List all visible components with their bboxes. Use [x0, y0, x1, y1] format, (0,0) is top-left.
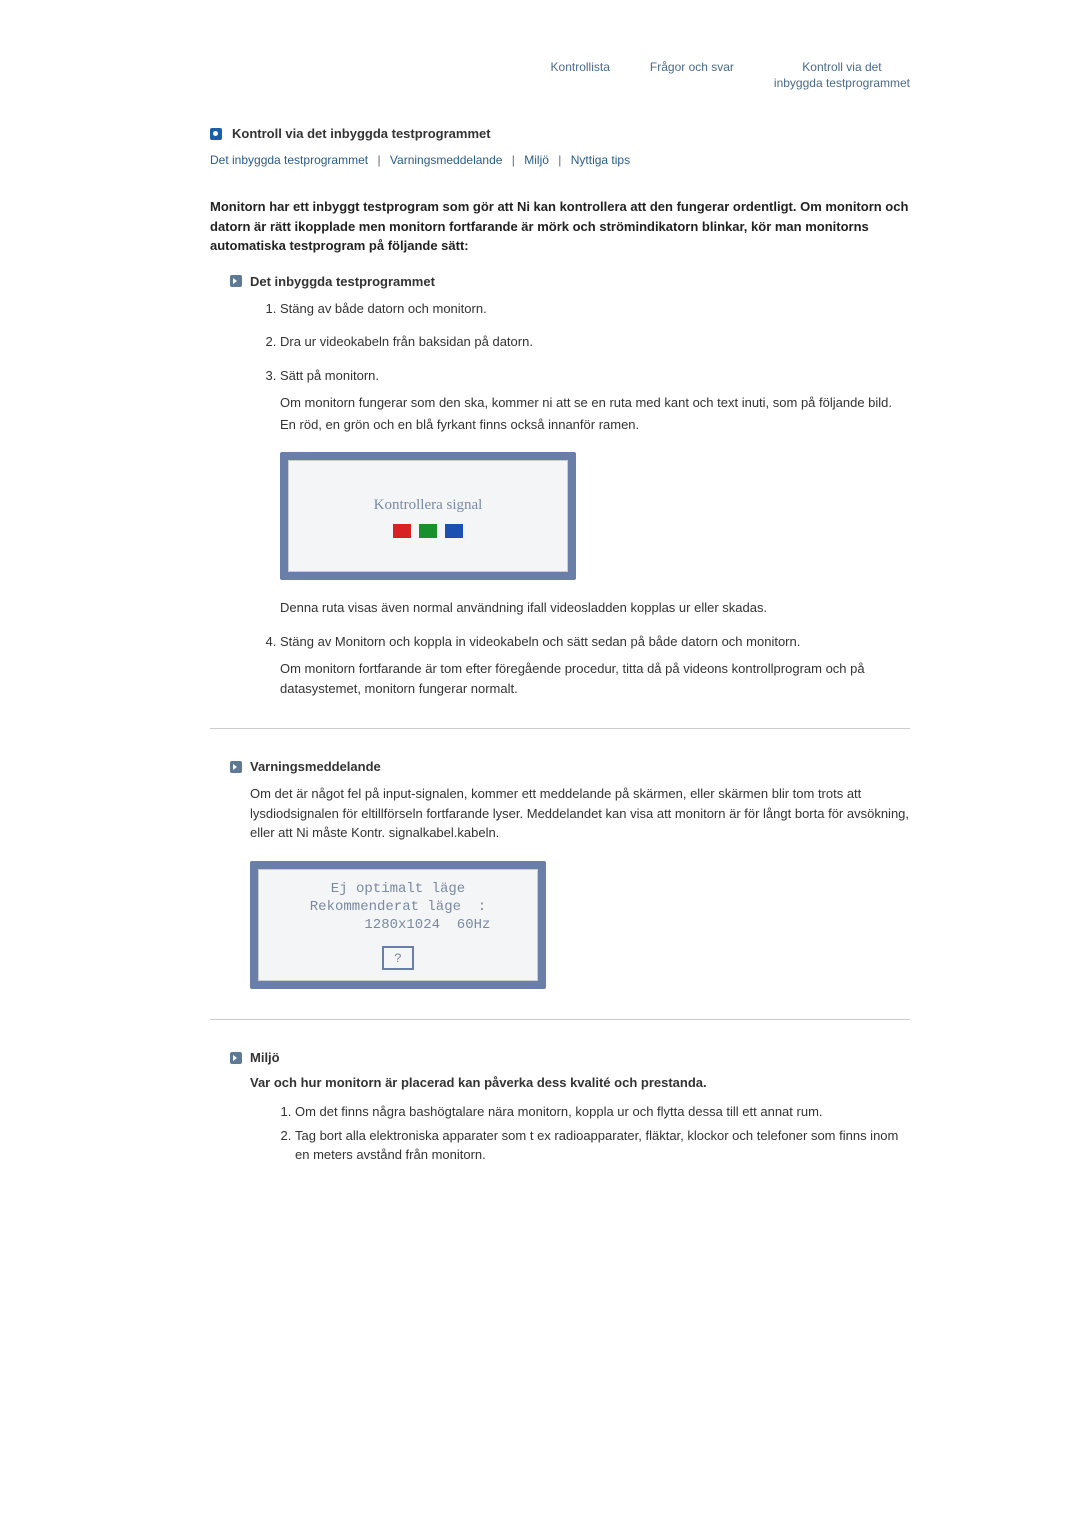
divider [210, 728, 910, 729]
nav-item-kontroll-via[interactable]: Kontroll via det inbyggda testprogrammet [774, 60, 910, 91]
nav-item-fragor[interactable]: Frågor och svar [650, 60, 734, 91]
miljo-bold-line: Var och hur monitorn är placerad kan påv… [250, 1075, 910, 1090]
link-varningsmeddelande[interactable]: Varningsmeddelande [390, 153, 503, 167]
step-3-text: Sätt på monitorn. [280, 368, 379, 383]
square-green [419, 524, 437, 538]
step-2-text: Dra ur videokabeln från baksidan på dato… [280, 334, 533, 349]
miljo-item-1-text: Om det finns några bashögtalare nära mon… [295, 1104, 823, 1119]
step-3: Sätt på monitorn. Om monitorn fungerar s… [280, 366, 910, 618]
separator: | [377, 153, 380, 167]
step-4: Stäng av Monitorn och koppla in videokab… [280, 632, 910, 699]
monitor-illustration-resolution: Ej optimalt läge Rekommenderat läge : 12… [250, 861, 546, 990]
page-title-icon [210, 128, 222, 140]
miljo-list: Om det finns några bashögtalare nära mon… [270, 1102, 910, 1165]
section-heading-varning: Varningsmeddelande [250, 759, 381, 774]
miljo-item-1: Om det finns några bashögtalare nära mon… [295, 1102, 910, 1122]
link-miljo[interactable]: Miljö [524, 153, 549, 167]
miljo-item-2-text: Tag bort alla elektroniska apparater som… [295, 1128, 898, 1163]
link-testprogrammet[interactable]: Det inbyggda testprogrammet [210, 153, 368, 167]
step-3-para1: Om monitorn fungerar som den ska, kommer… [280, 393, 910, 413]
nav-item-line2: inbyggda testprogrammet [774, 76, 910, 92]
varning-paragraph: Om det är något fel på input-signalen, k… [250, 784, 910, 843]
section-bullet-icon [230, 275, 242, 287]
jump-link-row: Det inbyggda testprogrammet | Varningsme… [210, 153, 910, 167]
miljo-item-2: Tag bort alla elektroniska apparater som… [295, 1126, 910, 1165]
rgb-squares [393, 524, 463, 538]
step-4-para1: Om monitorn fortfarande är tom efter för… [280, 659, 910, 698]
monitor-msg-signal: Kontrollera signal [374, 494, 483, 517]
step-1: Stäng av både datorn och monitorn. [280, 299, 910, 319]
section-bullet-icon [230, 761, 242, 773]
step-3-para3: Denna ruta visas även normal användning … [280, 598, 910, 618]
step-4-text: Stäng av Monitorn och koppla in videokab… [280, 634, 800, 649]
divider [210, 1019, 910, 1020]
monitor-msg-resolution: Ej optimalt läge Rekommenderat läge : 12… [306, 880, 491, 935]
square-blue [445, 524, 463, 538]
link-nyttiga-tips[interactable]: Nyttiga tips [571, 153, 630, 167]
square-red [393, 524, 411, 538]
section-bullet-icon [230, 1052, 242, 1064]
separator: | [512, 153, 515, 167]
separator: | [558, 153, 561, 167]
monitor-illustration-signal: Kontrollera signal [280, 452, 576, 580]
intro-paragraph: Monitorn har ett inbyggt testprogram som… [210, 197, 910, 256]
steps-list: Stäng av både datorn och monitorn. Dra u… [255, 299, 910, 699]
page-title: Kontroll via det inbyggda testprogrammet [232, 126, 491, 141]
nav-item-line1: Kontroll via det [774, 60, 910, 76]
top-nav-bar: Kontrollista Frågor och svar Kontroll vi… [210, 60, 910, 101]
section-heading-miljo: Miljö [250, 1050, 280, 1065]
step-3-para2: En röd, en grön och en blå fyrkant finns… [280, 415, 910, 435]
nav-item-kontrollista[interactable]: Kontrollista [551, 60, 610, 91]
step-1-text: Stäng av både datorn och monitorn. [280, 301, 487, 316]
question-mark-box: ? [382, 946, 414, 970]
step-2: Dra ur videokabeln från baksidan på dato… [280, 332, 910, 352]
section-heading-testprogrammet: Det inbyggda testprogrammet [250, 274, 435, 289]
